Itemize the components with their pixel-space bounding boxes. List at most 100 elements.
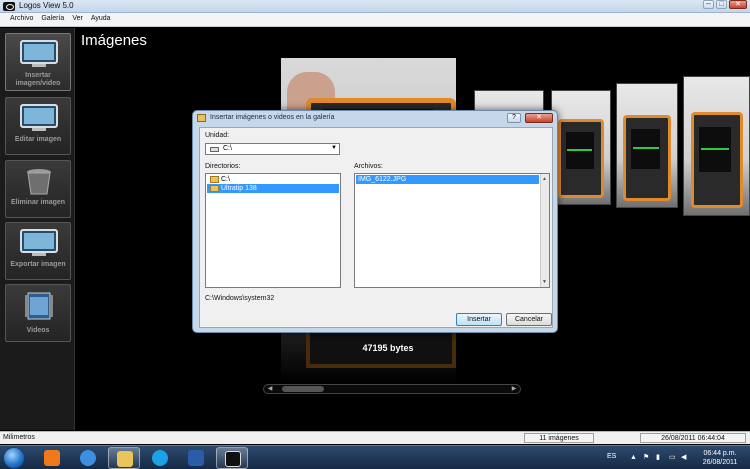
folder-icon	[197, 114, 206, 122]
volume-icon[interactable]: ◀	[681, 454, 688, 461]
drive-label: Unidad:	[205, 132, 230, 139]
battery-icon[interactable]: ▭	[669, 454, 676, 461]
photo-device	[557, 119, 605, 199]
sidebar-item-edit[interactable]: Editar imagen	[5, 97, 71, 155]
gallery-photo[interactable]	[551, 90, 611, 205]
directories-label: Directorios:	[205, 163, 241, 170]
photo-reflection	[281, 328, 456, 383]
title-bar: Logos View 5.0 ─ □ ✕	[0, 0, 750, 13]
sidebar-item-label: Eliminar imagen	[10, 199, 66, 206]
dialog-title: Insertar imágenes o videos en la galería	[210, 114, 335, 121]
taskbar-clock[interactable]: 06:44 p.m. 26/08/2011	[694, 449, 746, 467]
edit-image-icon	[20, 104, 58, 131]
status-bar: Milimetros 11 imágenes 26/08/2011 06:44:…	[0, 431, 750, 444]
photo-screen	[565, 132, 594, 170]
gallery-scrollbar[interactable]: ◀ ▶	[263, 384, 521, 394]
maximize-button[interactable]: □	[716, 0, 727, 9]
sidebar-item-export[interactable]: Exportar imagen	[5, 222, 71, 280]
taskbar-word[interactable]	[180, 447, 212, 469]
clock-date: 26/08/2011	[702, 459, 738, 466]
sidebar-item-delete[interactable]: Eliminar imagen	[5, 160, 71, 218]
file-item-selected[interactable]: IMG_6122.JPG	[356, 175, 539, 184]
media-player-icon	[44, 450, 60, 466]
photo-device	[690, 111, 743, 209]
menu-ayuda[interactable]: Ayuda	[87, 13, 115, 26]
sidebar-item-label: Editar imagen	[14, 136, 62, 143]
photo-screen	[699, 127, 732, 173]
folder-open-icon	[210, 185, 219, 192]
folder-icon	[210, 176, 219, 183]
photo-trace	[700, 147, 730, 150]
sidebar-item-insert[interactable]: Insertar imagen/video	[5, 33, 71, 91]
network-icon[interactable]: ▮	[656, 454, 663, 461]
page-title: Imágenes	[81, 32, 147, 49]
menu-archivo[interactable]: Archivo	[6, 13, 37, 26]
status-datetime: 26/08/2011 06:44:04	[640, 433, 746, 443]
language-indicator[interactable]: ES	[607, 453, 616, 460]
directory-item-selected[interactable]: Ultratip 138	[207, 184, 339, 193]
export-image-icon	[20, 229, 58, 256]
insert-image-icon	[20, 40, 58, 67]
scroll-right-icon[interactable]: ▶	[510, 386, 518, 393]
menu-galeria[interactable]: Galería	[37, 13, 68, 26]
chevron-down-icon: ▼	[331, 145, 337, 151]
insert-button[interactable]: Insertar	[456, 313, 502, 326]
tray-flag-icon[interactable]: ⚑	[643, 454, 650, 461]
dialog-close-button[interactable]: ✕	[525, 113, 553, 123]
minimize-button[interactable]: ─	[703, 0, 714, 9]
sidebar-item-label: Insertar imagen/video	[15, 72, 61, 87]
internet-explorer-icon	[80, 450, 96, 466]
insert-dialog: Insertar imágenes o videos en la galería…	[192, 110, 558, 333]
scroll-up-icon[interactable]: ▲	[542, 176, 547, 182]
close-button[interactable]: ✕	[729, 0, 747, 9]
taskbar-explorer[interactable]	[108, 447, 140, 469]
directory-name: Ultratip 138	[221, 185, 257, 192]
file-list-scrollbar[interactable]: ▲ ▼	[540, 174, 549, 287]
clock-time: 06:44 p.m.	[703, 450, 737, 457]
skype-icon	[152, 450, 168, 466]
image-count: 11 imágenes	[524, 433, 594, 443]
file-list[interactable]: IMG_6122.JPG ▲ ▼	[354, 173, 550, 288]
scroll-thumb[interactable]	[282, 386, 324, 392]
unit-status: Milimetros	[3, 434, 35, 441]
scroll-down-icon[interactable]: ▼	[542, 279, 547, 285]
app-logo-icon	[3, 2, 15, 11]
app-screen: Logos View 5.0 ─ □ ✕ Archivo Galería Ver…	[0, 0, 750, 469]
sidebar-item-videos[interactable]: Videos	[5, 284, 71, 342]
sidebar-item-label: Videos	[26, 327, 50, 334]
help-button[interactable]: ?	[507, 113, 521, 123]
taskbar-skype[interactable]	[144, 447, 176, 469]
cancel-button[interactable]: Cancelar	[506, 313, 552, 326]
photo-trace	[632, 146, 659, 149]
sidebar-item-label: Exportar imagen	[10, 261, 66, 268]
menu-bar: Archivo Galería Ver Ayuda	[0, 13, 750, 27]
file-size-label: 47195 bytes	[362, 343, 414, 353]
folder-icon	[117, 451, 133, 467]
gallery-photo[interactable]	[683, 76, 750, 216]
drive-select[interactable]: C:\ ▼	[205, 143, 340, 155]
taskbar-internet-explorer[interactable]	[72, 447, 104, 469]
videos-icon	[25, 292, 53, 320]
directory-list[interactable]: C:\ Ultratip 138	[205, 173, 341, 288]
directory-name: C:\	[221, 176, 230, 183]
photo-screen	[631, 128, 661, 169]
window-controls: ─ □ ✕	[701, 0, 747, 9]
dialog-title-bar: Insertar imágenes o videos en la galería…	[197, 113, 553, 125]
current-path: C:\Windows\system32	[205, 295, 275, 302]
logos-view-icon	[225, 451, 241, 467]
photo-device	[623, 114, 671, 201]
trash-icon	[27, 169, 51, 195]
dialog-body: Unidad: C:\ ▼ Directorios: C:\ Ultratip …	[199, 127, 553, 328]
sidebar: Insertar imagen/video Editar imagen Elim…	[0, 28, 75, 430]
files-label: Archivos:	[354, 163, 383, 170]
tray-expand-icon[interactable]: ▲	[630, 454, 637, 461]
taskbar-media-player[interactable]	[36, 447, 68, 469]
taskbar-logos-view[interactable]	[216, 447, 248, 469]
gallery-photo[interactable]	[616, 83, 678, 208]
scroll-left-icon[interactable]: ◀	[266, 386, 274, 393]
taskbar: ES ▲ ⚑ ▮ ▭ ◀ 06:44 p.m. 26/08/2011	[0, 445, 750, 469]
directory-item[interactable]: C:\	[207, 175, 230, 184]
drive-value: C:\	[223, 145, 232, 152]
start-button[interactable]	[3, 447, 25, 469]
menu-ver[interactable]: Ver	[68, 13, 87, 26]
